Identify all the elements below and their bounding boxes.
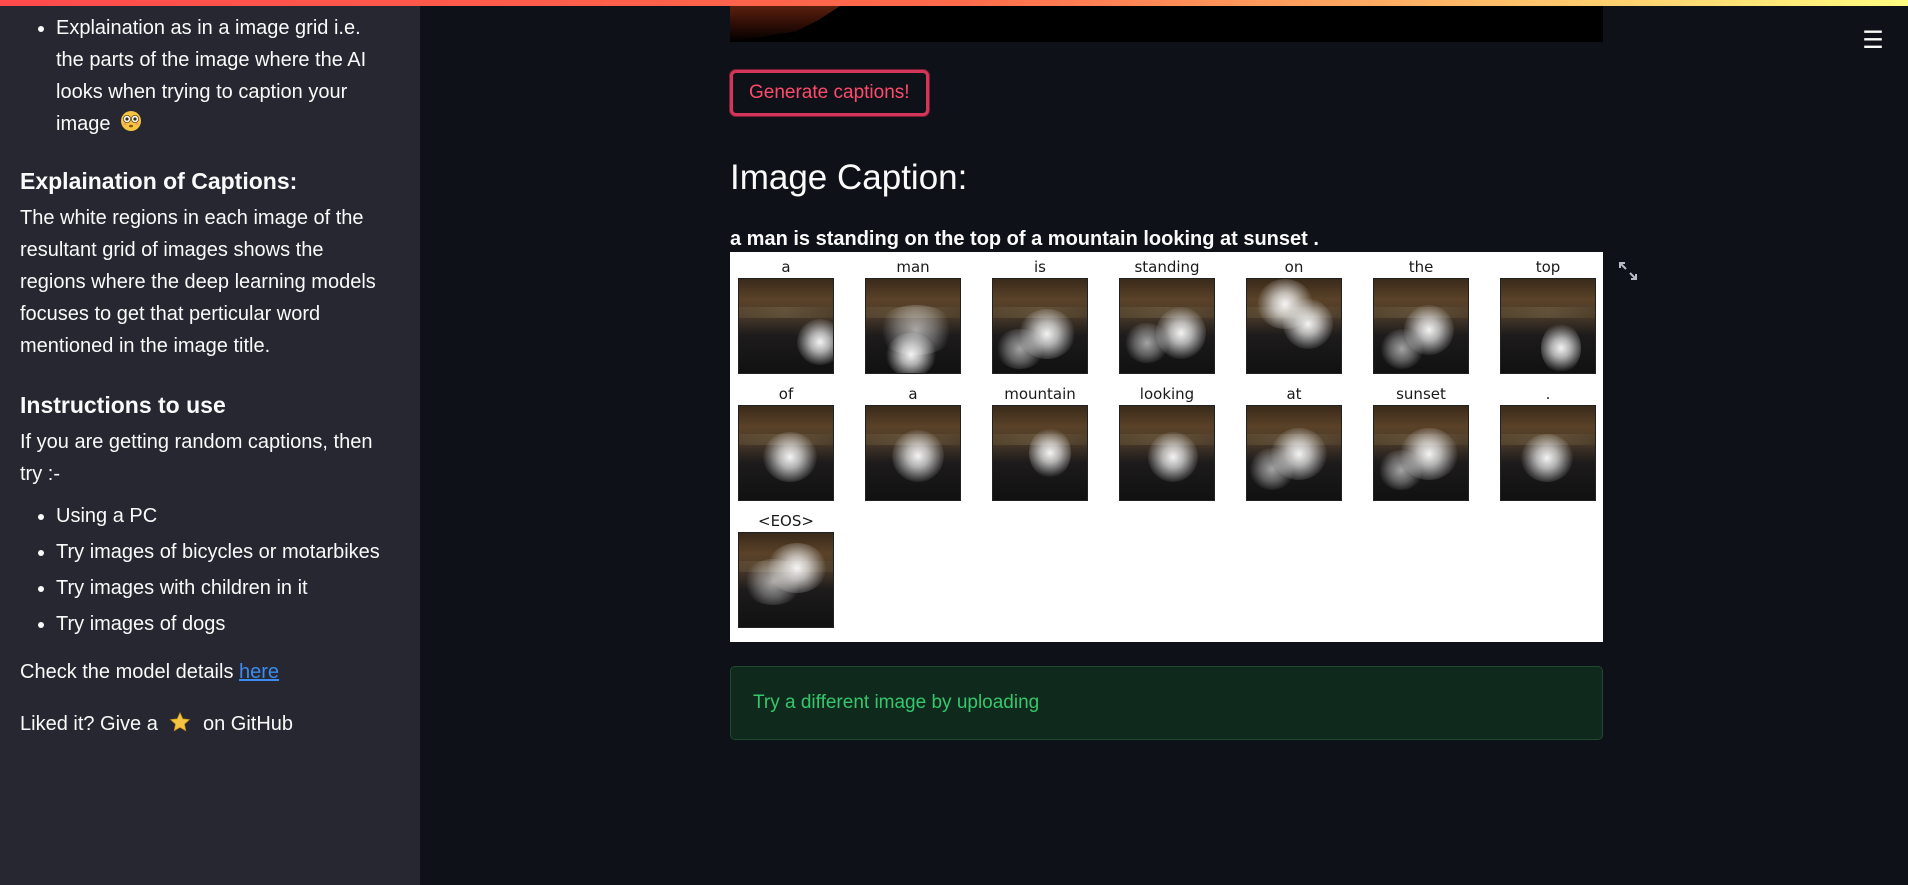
attention-word: of: [778, 385, 794, 403]
attention-cell: man: [865, 256, 961, 374]
attention-heatmap: [1119, 278, 1215, 374]
attention-map-grid: a man is standing on the top of a mounta…: [730, 252, 1603, 642]
explanation-line: regions where the deep learning models: [20, 271, 376, 293]
attention-heatmap: [1246, 278, 1342, 374]
model-details-line: Check the model details here: [20, 656, 400, 688]
attention-cell: mountain: [992, 383, 1088, 501]
attention-heatmap: [865, 278, 961, 374]
star-icon: [169, 711, 191, 743]
instructions-heading: Instructions to use: [20, 392, 226, 418]
explanation-line: focuses to get that perticular word: [20, 303, 321, 325]
model-details-text: Check the model details: [20, 661, 234, 683]
explanation-bullet-list: Explaination as in a image grid i.e. the…: [20, 12, 400, 142]
explanation-line: resultant grid of images shows the: [20, 239, 324, 261]
list-item: Explaination as in a image grid i.e. the…: [56, 12, 400, 142]
attention-cell: of: [738, 383, 834, 501]
explanation-line: mentioned in the image title.: [20, 335, 271, 357]
attention-word: sunset: [1396, 385, 1446, 403]
attention-heatmap: [1119, 405, 1215, 501]
attention-cell: <EOS>: [738, 510, 834, 628]
hamburger-menu-icon[interactable]: ☰: [1858, 26, 1888, 56]
attention-heatmap: [1373, 278, 1469, 374]
attention-cell: at: [1246, 383, 1342, 501]
attention-cell: the: [1373, 256, 1469, 374]
list-item: Try images of bicycles or motarbikes: [56, 534, 400, 570]
attention-cell: a: [865, 383, 961, 501]
liked-text: Liked it? Give a: [20, 713, 158, 735]
attention-heatmap: [1246, 405, 1342, 501]
attention-word: standing: [1134, 258, 1200, 276]
instructions-intro: If you are getting random captions, then…: [20, 426, 400, 490]
instructions-intro-line: try :-: [20, 463, 60, 485]
bullet-line: the parts of the image where the AI: [56, 49, 367, 71]
attention-cell: looking: [1119, 383, 1215, 501]
attention-word: at: [1286, 385, 1302, 403]
attention-heatmap: [738, 532, 834, 628]
attention-word: looking: [1139, 385, 1195, 403]
bullet-line: looks when trying to caption your: [56, 81, 348, 103]
list-item: Using a PC: [56, 498, 400, 534]
attention-cell: top: [1500, 256, 1596, 374]
instructions-list: Using a PC Try images of bicycles or mot…: [20, 498, 400, 642]
instructions-intro-line: If you are getting random captions, then: [20, 431, 373, 453]
info-alert: Try a different image by uploading: [730, 666, 1603, 740]
attention-cell: on: [1246, 256, 1342, 374]
attention-heatmap: [1373, 405, 1469, 501]
explanation-line: The white regions in each image of the: [20, 207, 364, 229]
model-details-link[interactable]: here: [239, 661, 279, 683]
attention-heatmap: [992, 405, 1088, 501]
sidebar: Explaination as in a image grid i.e. the…: [0, 6, 420, 885]
attention-word: is: [1034, 258, 1046, 276]
attention-word: .: [1545, 385, 1551, 403]
list-item: Try images of dogs: [56, 606, 400, 642]
attention-cell: is: [992, 256, 1088, 374]
uploaded-image-preview: [730, 6, 1603, 42]
attention-word: a: [908, 385, 918, 403]
attention-heatmap: [992, 278, 1088, 374]
attention-heatmap: [1500, 278, 1596, 374]
bullet-line: image: [56, 113, 111, 135]
fullscreen-expand-icon[interactable]: [1617, 260, 1639, 282]
attention-word: <EOS>: [758, 512, 814, 530]
generate-captions-button[interactable]: Generate captions!: [730, 70, 929, 116]
attention-word: on: [1284, 258, 1304, 276]
attention-word: top: [1535, 258, 1561, 276]
attention-word: a: [781, 258, 791, 276]
attention-cell: .: [1500, 383, 1596, 501]
info-message: Try a different image by uploading: [753, 692, 1040, 713]
caption-heading: Image Caption:: [730, 158, 968, 197]
attention-cell: sunset: [1373, 383, 1469, 501]
attention-word: the: [1408, 258, 1434, 276]
attention-heatmap: [865, 405, 961, 501]
github-star-line: Liked it? Give a on GitHub: [20, 708, 400, 743]
attention-heatmap: [738, 278, 834, 374]
attention-word: mountain: [1004, 385, 1076, 403]
image-fragment: [730, 6, 840, 42]
github-text: on GitHub: [202, 713, 294, 735]
flushed-face-icon: [120, 110, 142, 142]
explanation-text: The white regions in each image of the r…: [20, 202, 400, 362]
explanation-heading: Explaination of Captions:: [20, 168, 298, 194]
list-item: Try images with children in it: [56, 570, 400, 606]
attention-word: man: [896, 258, 930, 276]
attention-heatmap: [738, 405, 834, 501]
attention-cell: a: [738, 256, 834, 374]
caption-sentence: a man is standing on the top of a mounta…: [730, 228, 1319, 250]
attention-heatmap: [1500, 405, 1596, 501]
attention-cell: standing: [1119, 256, 1215, 374]
bullet-line: Explaination as in a image grid i.e.: [56, 17, 361, 39]
